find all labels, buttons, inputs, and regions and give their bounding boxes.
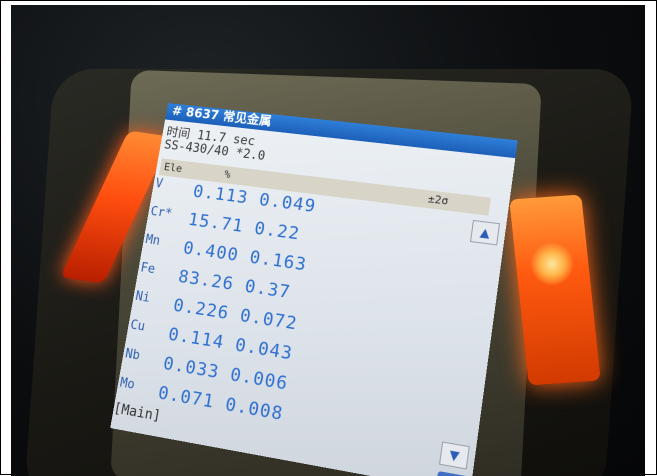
element-symbol: Mo <box>118 375 136 393</box>
element-symbol: Nb <box>124 346 141 364</box>
header-percent: % <box>223 167 232 181</box>
element-values: 15.71 0.22 <box>186 209 302 245</box>
header-sigma: ±2σ <box>427 192 450 208</box>
indicator-glow <box>531 243 573 285</box>
main-softkey-label: [Main] <box>112 400 162 425</box>
image-frame: # 8637 常见金属 时间 11.7 sec SS-430/40 *2.0 E… <box>0 0 657 476</box>
scroll-up-icon: ▲ <box>469 219 501 246</box>
element-symbol: Cu <box>129 317 147 335</box>
scroll-down-icon: ▼ <box>438 441 470 470</box>
element-symbol: Ni <box>134 289 152 306</box>
element-symbol: Fe <box>139 260 157 278</box>
element-symbol: Mn <box>144 232 162 249</box>
corner-softkey <box>435 470 471 476</box>
photo: # 8637 常见金属 时间 11.7 sec SS-430/40 *2.0 E… <box>11 5 645 476</box>
analyzer-screen: # 8637 常见金属 时间 11.7 sec SS-430/40 *2.0 E… <box>110 103 518 476</box>
element-symbol: V <box>154 176 164 192</box>
element-symbol: Cr* <box>149 204 174 222</box>
header-element: Ele <box>163 160 184 175</box>
